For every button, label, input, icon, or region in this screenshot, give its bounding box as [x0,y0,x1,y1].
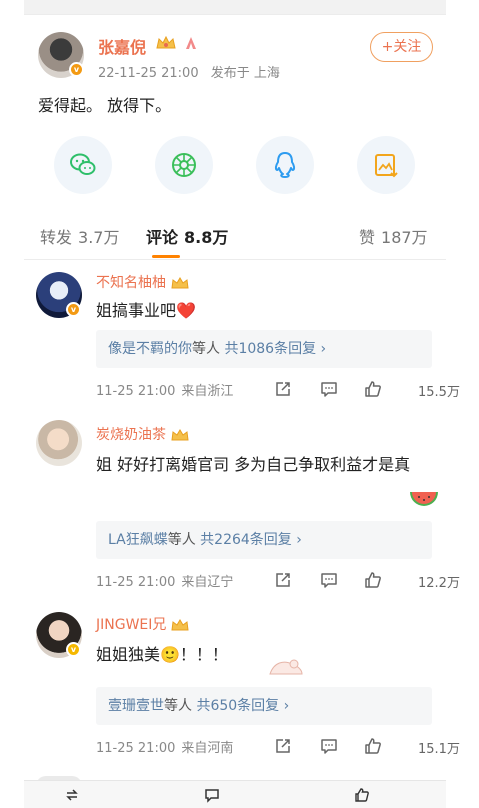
reply-connector: 等人 [164,698,192,714]
comment-time: 11-25 21:00 [96,575,176,590]
sticker-icon [269,659,303,675]
bottom-comment-button[interactable] [204,787,220,807]
reply-comment-button[interactable] [320,737,338,755]
tab-repost-label: 转发 [40,228,73,247]
comment-icon [321,382,337,397]
bottom-repost-button[interactable] [64,787,80,807]
reply-author[interactable]: 壹珊壹世 [108,698,164,714]
like-comment-button[interactable] [364,737,382,755]
reply-connector: 等人 [167,532,196,548]
post-date: 22-11-25 21:00 [98,66,199,81]
reply-total-link[interactable]: 共1086条回复 › [224,341,326,357]
save-image-icon [375,154,398,178]
commenter-name[interactable]: JINGWEI兄 [96,614,190,634]
commenter-name[interactable]: 不知名柚柚 [96,272,190,292]
tab-comment-label: 评论 [146,228,179,247]
share-comment-button[interactable] [274,571,292,589]
commenter-avatar[interactable] [36,420,82,466]
reply-total-link[interactable]: 共650条回复 › [196,698,289,714]
post-location: 发布于 上海 [210,66,280,81]
replies-preview[interactable]: LA狂飙蝶等人 共2264条回复 › [96,521,432,559]
tab-repost[interactable]: 转发 3.7万 [40,224,119,248]
replies-preview[interactable]: 壹珊壹世等人 共650条回复 › [96,687,432,725]
comment-like-count: 15.1万 [418,742,460,757]
bottom-action-bar [24,780,446,808]
repost-icon [66,789,78,801]
watermelon-icon [410,492,438,506]
comment-location: 来自辽宁 [181,575,234,590]
comment-text: 姐 好好打离婚官司 多为自己争取利益才是真 [96,455,411,474]
crown-icon [171,276,189,288]
comment-footer: 11-25 21:00 来自浙江 15.5万 [96,380,460,400]
verified-badge-icon: v [66,642,81,657]
verified-badge-icon: v [69,62,84,77]
reply-total-link[interactable]: 共2264条回复 › [200,532,302,548]
commenter-name-text: 不知名柚柚 [96,275,166,291]
reply-connector: 等人 [192,341,220,357]
active-tab-indicator [152,255,180,258]
share-icon [276,739,290,753]
comment-item: v JINGWEI兄 姐姐独美🙂！！！ 壹珊壹世等人 共650条回复 › 11-… [36,612,460,762]
comment-time: 11-25 21:00 [96,384,176,399]
like-comment-button[interactable] [364,380,382,398]
tab-repost-count: 3.7万 [78,228,120,247]
post-meta: 22-11-25 21:00 发布于 上海 [98,62,280,81]
comment-text: 姐搞事业吧❤️ [96,301,196,320]
tab-comment-count: 8.8万 [184,228,229,247]
thumbs-up-icon [355,788,369,802]
crown-icon [171,428,189,440]
wechat-icon [70,153,96,175]
verified-badge-icon: v [66,302,81,317]
follow-button[interactable]: +关注 [370,32,433,62]
tab-comment[interactable]: 评论 8.8万 [146,224,228,248]
previous-card-edge [24,0,446,15]
thumbs-up-icon [365,572,381,588]
like-comment-button[interactable] [364,571,382,589]
comment-like-count: 12.2万 [418,576,460,591]
reply-author[interactable]: LA狂飙蝶 [108,532,168,548]
post-tabs: 转发 3.7万 评论 8.8万 赞 187万 [24,210,446,260]
comment-item: v 不知名柚柚 姐搞事业吧❤️ 像是不羁的你等人 共1086条回复 › 11-2… [36,272,460,402]
commenter-name-text: 炭烧奶油茶 [96,427,166,443]
hands-icon [186,37,196,49]
reply-author[interactable]: 像是不羁的你 [108,341,192,357]
post-header: v 张嘉倪 22-11-25 21:00 发布于 上海 +关注 [38,32,434,81]
replies-preview[interactable]: 像是不羁的你等人 共1086条回复 › [96,330,432,368]
comment-item: 炭烧奶油茶 姐 好好打离婚官司 多为自己争取利益才是真 LA狂飙蝶等人 共226… [36,420,460,591]
comment-location: 来自浙江 [181,384,234,399]
tab-like-count: 187万 [381,228,428,247]
qq-icon [274,152,296,178]
comment-icon [321,573,337,588]
commenter-name-text: JINGWEI兄 [96,617,167,633]
comment-icon [321,739,337,754]
reply-comment-button[interactable] [320,380,338,398]
share-wechat-button[interactable] [54,136,112,194]
tab-like[interactable]: 赞 187万 [359,224,428,248]
author-name[interactable]: 张嘉倪 [98,34,146,58]
comment-location: 来自河南 [181,741,234,756]
commenter-name[interactable]: 炭烧奶油茶 [96,424,190,444]
crown-icon [171,618,189,630]
tab-like-label: 赞 [359,228,376,247]
share-row [54,136,415,196]
share-comment-button[interactable] [274,380,292,398]
comment-time: 11-25 21:00 [96,741,176,756]
save-image-button[interactable] [357,136,415,194]
share-qq-button[interactable] [256,136,314,194]
reply-comment-button[interactable] [320,571,338,589]
post-text: 爱得起。 放得下。 [38,96,172,115]
comment-footer: 11-25 21:00 来自辽宁 12.2万 [96,571,460,591]
thumbs-up-icon [365,381,381,397]
crown-icon [156,35,176,49]
comment-footer: 11-25 21:00 来自河南 15.1万 [96,737,460,757]
comment-like-count: 15.5万 [418,385,460,400]
moments-icon [172,153,196,177]
thumbs-up-icon [365,738,381,754]
bottom-like-button[interactable] [354,787,370,807]
share-comment-button[interactable] [274,737,292,755]
share-icon [276,382,290,396]
share-moments-button[interactable] [155,136,213,194]
share-icon [276,573,290,587]
comment-icon [205,789,219,803]
